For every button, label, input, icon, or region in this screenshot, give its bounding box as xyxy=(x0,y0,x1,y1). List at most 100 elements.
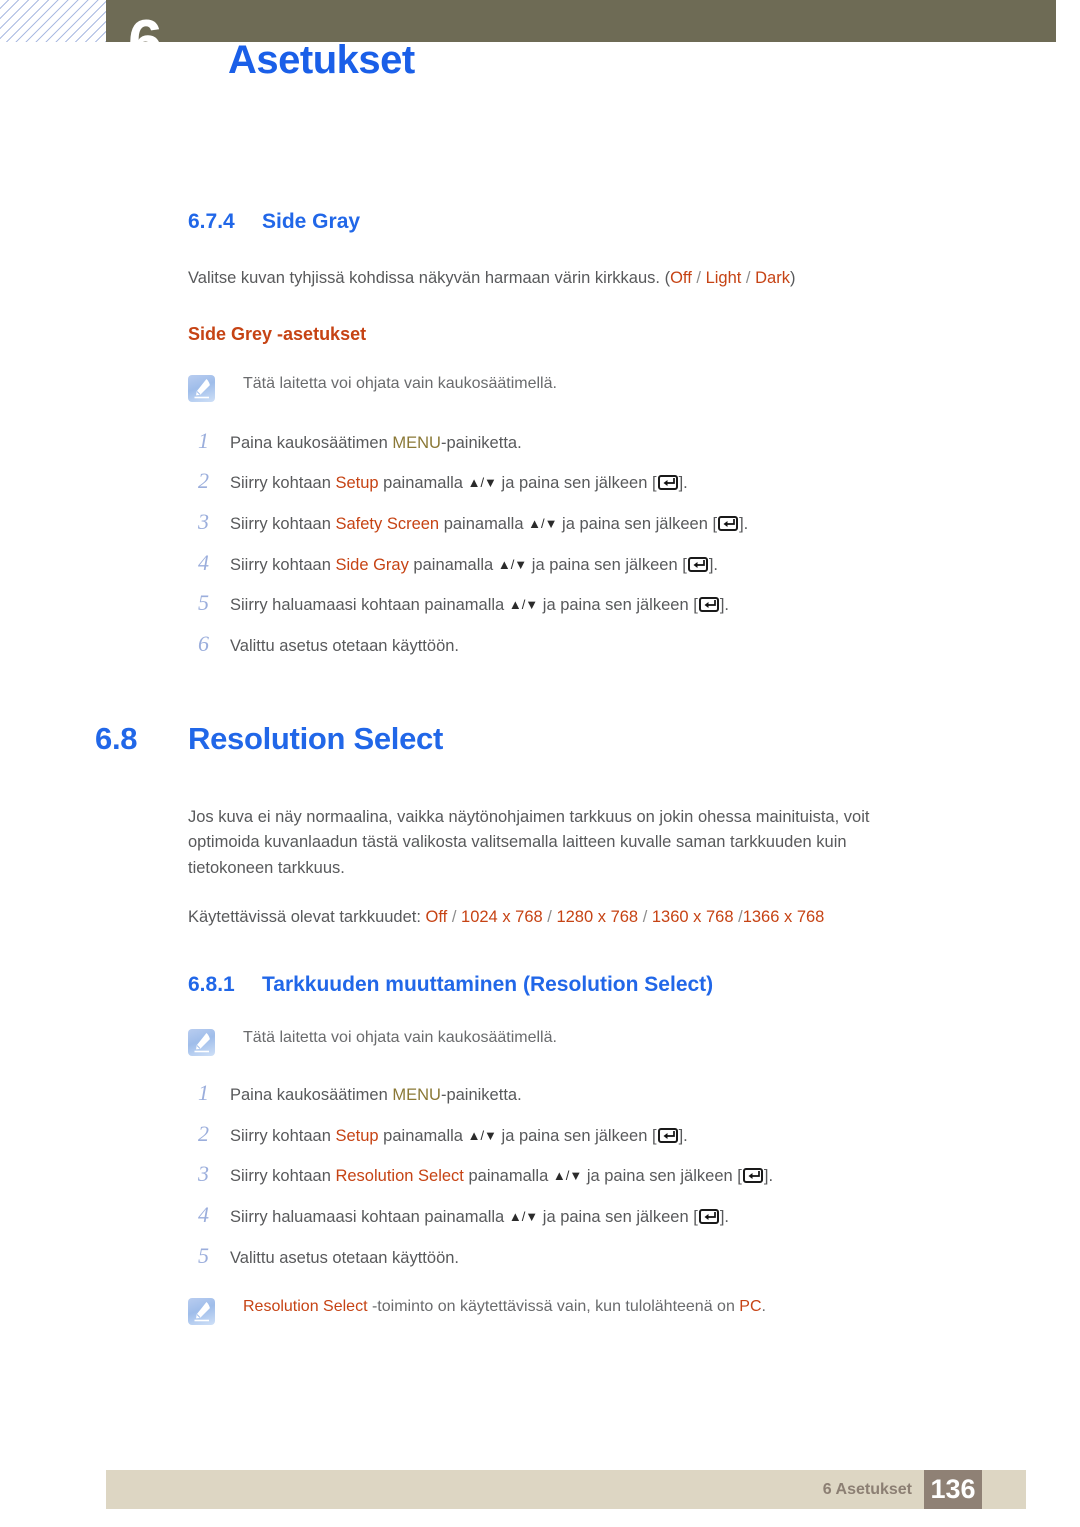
side-gray-note: Tätä laitetta voi ohjata vain kaukosääti… xyxy=(188,373,1080,402)
step-text-end: ]. xyxy=(763,1167,774,1186)
heading-6-7-4: 6.7.4 Side Gray xyxy=(188,210,1080,234)
final-note-highlight-2: PC xyxy=(739,1298,762,1316)
chapter-number: 6 xyxy=(128,12,162,43)
step-text: Siirry haluamaasi kohtaan painamalla ▲/▼… xyxy=(230,1206,900,1228)
step-text: Siirry kohtaan Setup painamalla ▲/▼ ja p… xyxy=(230,1125,900,1147)
enter-key-icon xyxy=(657,1127,678,1143)
step-text-pre: Siirry kohtaan xyxy=(230,514,336,533)
step-highlight: Setup xyxy=(335,1126,379,1145)
updown-arrows-icon: ▲/▼ xyxy=(467,1127,497,1143)
heading-6-8: 6.8 Resolution Select xyxy=(95,721,1080,757)
step-text-pre: Paina kaukosäätimen xyxy=(230,1085,393,1104)
resolution-value: 1280 x 768 xyxy=(556,908,639,927)
step-highlight: MENU xyxy=(392,433,441,452)
step-number: 1 xyxy=(198,427,209,453)
footer-page-number: 136 xyxy=(924,1470,982,1509)
step-text-mid: ja paina sen jälkeen [ xyxy=(538,1208,698,1226)
step-number: 6 xyxy=(198,631,209,656)
resolution-separator: / xyxy=(447,908,462,927)
heading-6-8-text: Resolution Select xyxy=(188,720,444,756)
step-item: 5 Valittu asetus otetaan käyttöön. xyxy=(188,1241,900,1271)
step-text-end: ]. xyxy=(719,1208,729,1226)
resolution-separator: / xyxy=(638,908,652,927)
step-number: 4 xyxy=(198,549,209,575)
enter-key-icon xyxy=(687,556,708,572)
step-text: Valittu asetus otetaan käyttöön. xyxy=(230,635,1080,657)
step-text-post: painamalla xyxy=(408,555,498,574)
header-olive-bar: 6 xyxy=(106,0,1056,42)
side-gray-steps: 1 Paina kaukosäätimen MENU-painiketta. 2 Si… xyxy=(188,426,1080,659)
step-item: 6 Valittu asetus otetaan käyttöön. xyxy=(188,629,1080,659)
step-text: Siirry kohtaan Side Gray painamalla ▲/▼ … xyxy=(230,554,1080,576)
note-pen-icon xyxy=(188,1298,215,1326)
step-number: 5 xyxy=(198,590,209,616)
step-text-pre: Valittu asetus otetaan käyttöön. xyxy=(230,637,460,655)
resolution-value: Off xyxy=(425,908,448,927)
resolution-select-note: Tätä laitetta voi ohjata vain kaukosääti… xyxy=(188,1027,900,1056)
step-number: 1 xyxy=(198,1079,209,1105)
footer-chapter-label: 6 Asetukset xyxy=(822,1480,912,1498)
step-text: Paina kaukosäätimen MENU-painiketta. xyxy=(230,1084,900,1106)
step-text-pre: Siirry haluamaasi kohtaan painamalla xyxy=(230,596,509,615)
resolution-select-body: Jos kuva ei näy normaalina, vaikka näytö… xyxy=(188,805,900,1326)
heading-6-7-4-number: 6.7.4 xyxy=(188,210,235,233)
step-highlight: Resolution Select xyxy=(335,1167,464,1186)
enter-key-icon xyxy=(718,515,739,531)
final-note-tail: . xyxy=(761,1298,766,1316)
side-gray-option-dark: Dark xyxy=(755,269,790,287)
heading-6-8-1-text: Tarkkuuden muuttaminen (Resolution Selec… xyxy=(262,972,714,996)
step-text-end: ]. xyxy=(678,474,688,493)
step-text-post: painamalla xyxy=(463,1167,553,1186)
step-item: 5 Siirry haluamaasi kohtaan painamalla ▲/… xyxy=(188,588,1080,618)
resolution-value: 1360 x 768 xyxy=(651,908,734,927)
resolution-separator: / xyxy=(542,908,557,927)
updown-arrows-icon: ▲/▼ xyxy=(497,556,528,572)
section-side-gray: 6.7.4 Side Gray Valitse kuvan tyhjissä k… xyxy=(188,210,1080,659)
resolution-select-final-note: Resolution Select -toiminto on käytettäv… xyxy=(188,1296,900,1326)
side-gray-desc-suffix: ) xyxy=(789,269,796,287)
enter-key-icon xyxy=(698,597,719,613)
note-pen-icon xyxy=(188,374,215,402)
step-text-post: -painiketta. xyxy=(440,1085,522,1104)
step-item: 4 Siirry kohtaan Side Gray painamalla ▲/▼… xyxy=(188,548,1080,578)
enter-key-icon xyxy=(698,1209,719,1224)
step-text-post: painamalla xyxy=(439,514,529,533)
step-number: 3 xyxy=(198,508,209,534)
step-number: 2 xyxy=(198,1120,209,1146)
step-text: Paina kaukosäätimen MENU-painiketta. xyxy=(230,432,1080,454)
step-number: 3 xyxy=(198,1161,209,1187)
step-text-mid: ja paina sen jälkeen [ xyxy=(557,514,718,533)
side-gray-description: Valitse kuvan tyhjissä kohdissa näkyvän … xyxy=(188,266,1080,292)
resolution-value: 1366 x 768 xyxy=(742,908,825,927)
step-text-mid: ja paina sen jälkeen [ xyxy=(496,1126,657,1145)
step-text-mid: ja paina sen jälkeen [ xyxy=(582,1167,742,1186)
step-text: Siirry kohtaan Safety Screen painamalla … xyxy=(230,513,1080,535)
page-content: 6.7.4 Side Gray Valitse kuvan tyhjissä k… xyxy=(0,110,1080,1326)
section-resolution-select: 6.8 Resolution Select xyxy=(95,721,1080,757)
step-item: 2 Siirry kohtaan Setup painamalla ▲/▼ ja … xyxy=(188,466,1080,496)
heading-6-8-number: 6.8 xyxy=(95,720,138,756)
step-text-pre: Valittu asetus otetaan käyttöön. xyxy=(230,1248,460,1267)
resolution-separator: / xyxy=(733,908,743,927)
step-item: 2 Siirry kohtaan Setup painamalla ▲/▼ ja … xyxy=(188,1119,900,1149)
step-text-mid: ja paina sen jälkeen [ xyxy=(496,474,657,493)
updown-arrows-icon: ▲/▼ xyxy=(508,1209,539,1224)
step-item: 4 Siirry haluamaasi kohtaan painamalla ▲/… xyxy=(188,1200,900,1230)
step-item: 3 Siirry kohtaan Safety Screen painamalla… xyxy=(188,507,1080,537)
updown-arrows-icon: ▲/▼ xyxy=(508,597,539,613)
step-item: 3 Siirry kohtaan Resolution Select painam… xyxy=(188,1159,900,1189)
heading-6-7-4-text: Side Gray xyxy=(262,210,361,233)
note-pen-icon xyxy=(188,1028,215,1056)
resolution-list-values: Off / 1024 x 768 / 1280 x 768 / 1360 x 7… xyxy=(426,908,825,926)
final-note-middle: -toiminto on käytettävissä vain, kun tul… xyxy=(367,1298,740,1316)
page-header: 6 Asetukset xyxy=(0,0,1080,110)
resolution-select-steps: 1 Paina kaukosäätimen MENU-painiketta. 2 Si… xyxy=(188,1078,900,1270)
step-text-pre: Siirry haluamaasi kohtaan painamalla xyxy=(230,1208,509,1226)
side-gray-desc-prefix: Valitse kuvan tyhjissä kohdissa näkyvän … xyxy=(188,269,671,287)
resolution-value: 1024 x 768 xyxy=(461,908,543,927)
step-text: Valittu asetus otetaan käyttöön. xyxy=(230,1247,900,1269)
updown-arrows-icon: ▲/▼ xyxy=(528,515,558,531)
step-number: 2 xyxy=(198,468,209,494)
step-text: Siirry haluamaasi kohtaan painamalla ▲/▼… xyxy=(230,594,1080,616)
step-text-pre: Siirry kohtaan xyxy=(230,474,336,493)
